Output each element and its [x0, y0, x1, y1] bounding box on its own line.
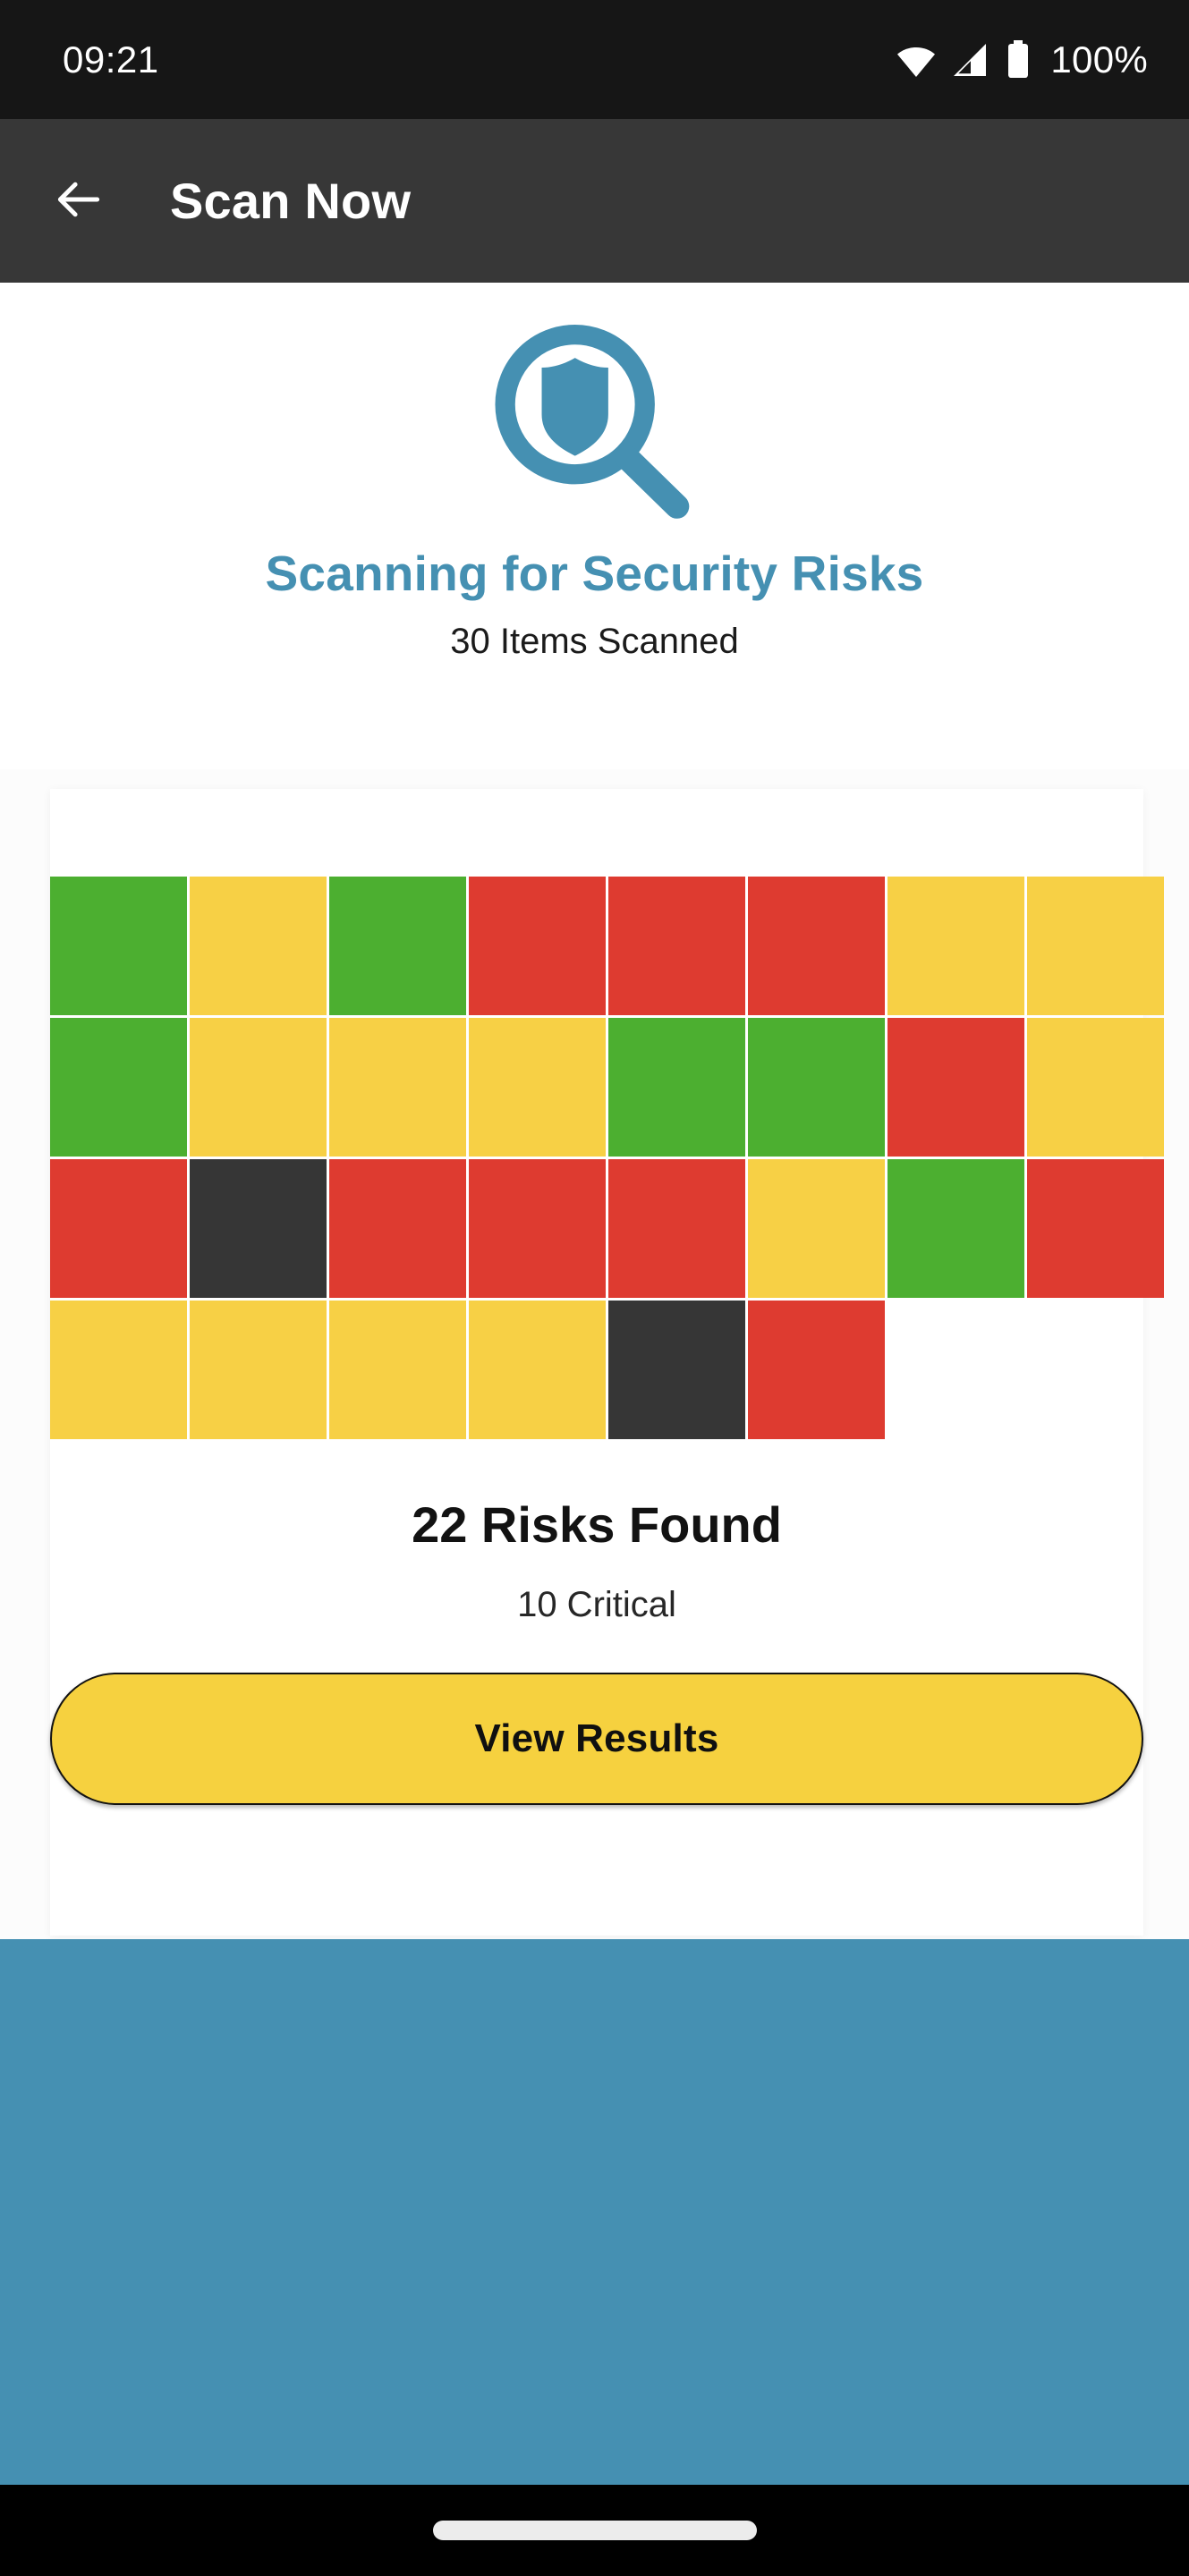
back-arrow-icon: [51, 172, 106, 230]
scan-tile: [50, 1159, 187, 1298]
page-title: Scan Now: [170, 173, 412, 229]
scan-tile: [190, 877, 327, 1015]
scan-tile: [748, 1159, 885, 1298]
magnifier-shield-icon: [483, 320, 707, 529]
app-bar: Scan Now: [0, 119, 1189, 283]
system-navigation-bar: [0, 2485, 1189, 2576]
scan-status-title: Scanning for Security Risks: [265, 546, 924, 601]
scan-tile: [190, 1159, 327, 1298]
scan-tile: [748, 1301, 885, 1439]
risks-found-label: 22 Risks Found: [412, 1496, 782, 1553]
status-bar-icons: 100%: [895, 38, 1148, 81]
scan-tile: [329, 1159, 466, 1298]
bottom-blue-panel: [0, 1939, 1189, 2485]
scan-tile: [50, 1018, 187, 1157]
scan-tile: [888, 877, 1024, 1015]
scan-tile-grid: [50, 877, 1164, 1439]
scan-tile: [190, 1018, 327, 1157]
scan-header: Scanning for Security Risks 30 Items Sca…: [0, 283, 1189, 769]
battery-icon: [1006, 39, 1031, 80]
view-results-button[interactable]: View Results: [50, 1673, 1143, 1805]
scan-tile: [888, 1159, 1024, 1298]
scan-tile: [329, 1018, 466, 1157]
back-button[interactable]: [25, 148, 132, 255]
scan-tile: [329, 877, 466, 1015]
phone-screen: 09:21 100% Scan Now Scanning for Securit…: [0, 0, 1189, 2576]
scan-tile: [1027, 877, 1164, 1015]
status-bar: 09:21 100%: [0, 0, 1189, 119]
scan-results-card-inner: 22 Risks Found 10 Critical View Results: [50, 789, 1164, 1936]
scan-tile: [608, 1018, 745, 1157]
scan-tile: [50, 877, 187, 1015]
scan-tile: [748, 1018, 885, 1157]
scan-tile: [50, 1301, 187, 1439]
scan-tile: [469, 877, 606, 1015]
scan-tile: [608, 877, 745, 1015]
scan-tile: [608, 1301, 745, 1439]
view-results-label: View Results: [474, 1716, 719, 1760]
status-bar-clock: 09:21: [63, 38, 159, 80]
scan-tile: [1027, 1018, 1164, 1157]
scan-tile: [608, 1159, 745, 1298]
critical-count-label: 10 Critical: [517, 1585, 676, 1624]
scan-tile: [1027, 1159, 1164, 1298]
scan-tile: [748, 877, 885, 1015]
scan-tile: [888, 1301, 1024, 1439]
scan-tile: [1027, 1301, 1164, 1439]
scan-tile: [469, 1301, 606, 1439]
scan-results-card: 22 Risks Found 10 Critical View Results: [0, 769, 1189, 1939]
scan-tile: [329, 1301, 466, 1439]
cellular-signal-icon: [952, 42, 991, 78]
wifi-icon: [895, 42, 938, 78]
scan-tile: [888, 1018, 1024, 1157]
battery-percent-label: 100%: [1050, 38, 1148, 80]
scan-tile: [469, 1159, 606, 1298]
gesture-home-handle[interactable]: [432, 2521, 757, 2540]
scan-tile: [469, 1018, 606, 1157]
scan-tile: [190, 1301, 327, 1439]
items-scanned-label: 30 Items Scanned: [450, 622, 739, 661]
